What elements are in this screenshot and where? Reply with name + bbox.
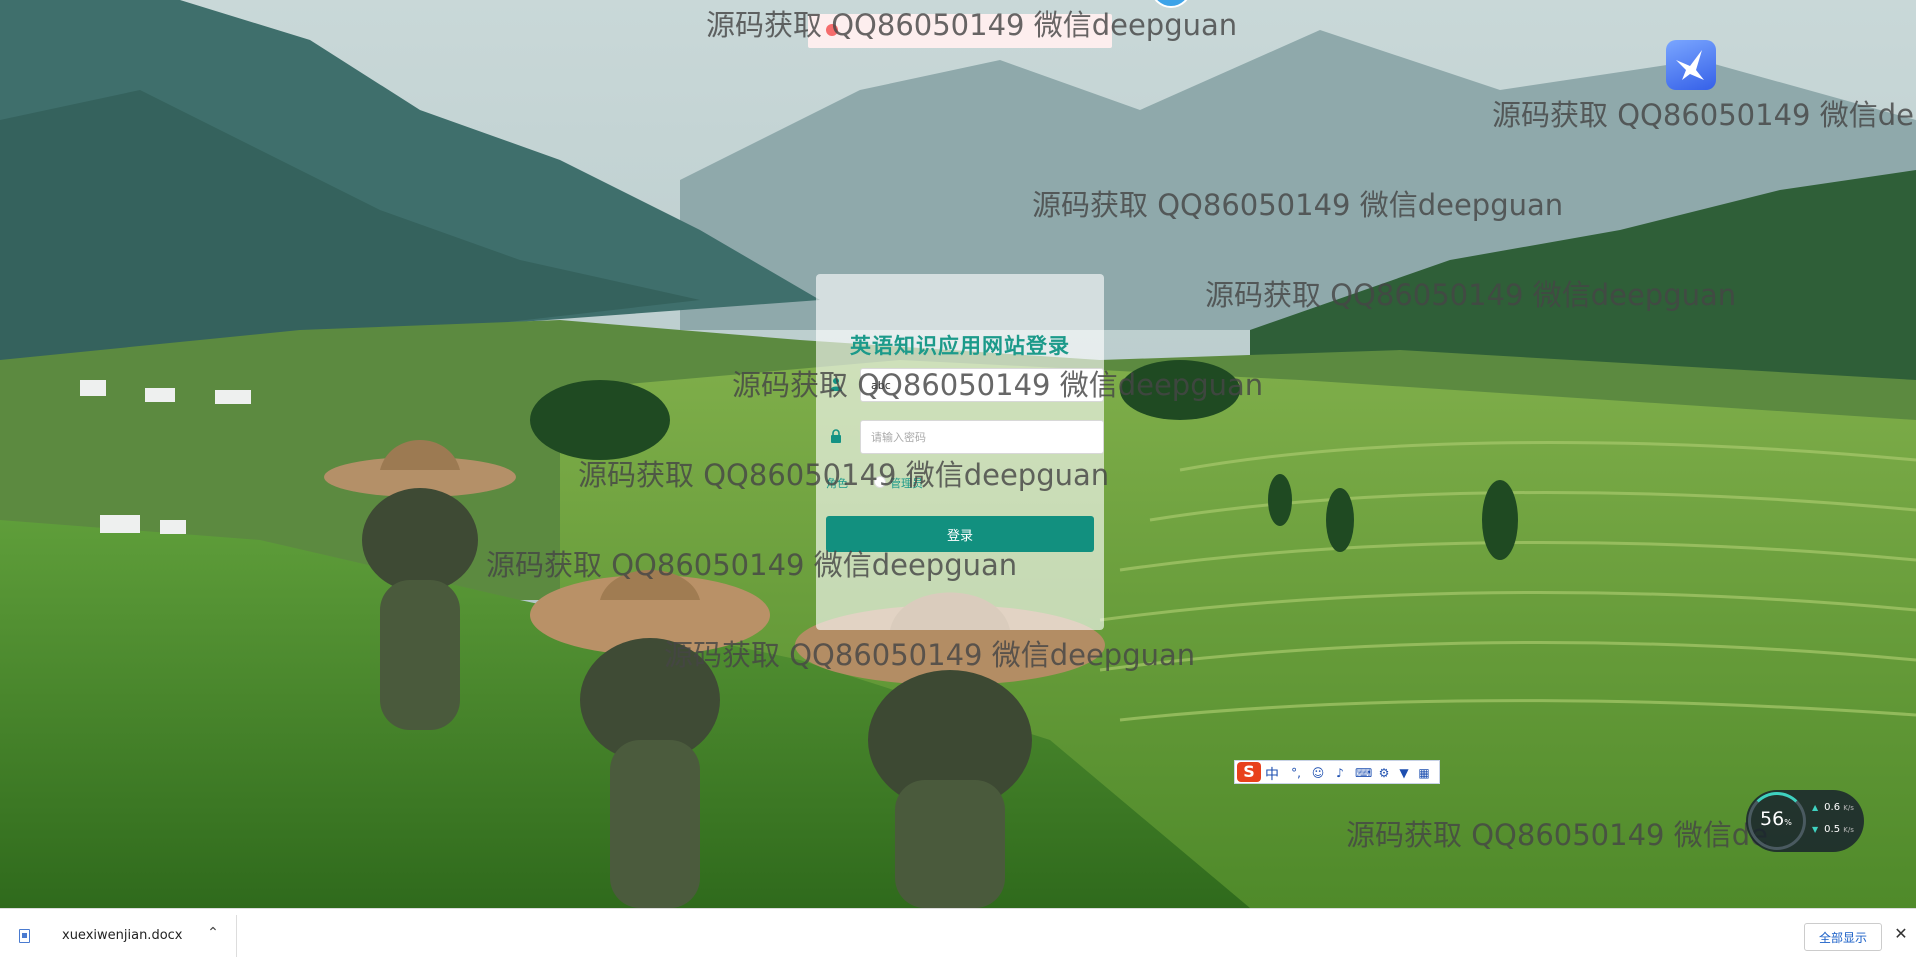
download-file-name[interactable]: xuexiwenjian.docx	[62, 928, 183, 943]
skin-icon[interactable]: ▼	[1397, 766, 1411, 780]
chevron-up-icon[interactable]: ⌃	[204, 925, 222, 941]
cpu-percent: 56%	[1760, 808, 1792, 830]
sogou-logo-icon[interactable]: S	[1237, 762, 1261, 782]
tools-icon[interactable]: ⚙	[1377, 766, 1391, 780]
user-icon	[830, 377, 844, 393]
microphone-icon[interactable]: ♪	[1333, 766, 1347, 780]
download-bar: xuexiwenjian.docx ⌃ 全部显示 ✕	[0, 908, 1916, 962]
role-radio-admin[interactable]	[874, 476, 886, 488]
keyboard-icon[interactable]: ⌨	[1355, 766, 1372, 780]
role-label: 角色	[826, 477, 848, 490]
download-speed: ▼ 0.5 K/s	[1812, 824, 1854, 835]
divider	[236, 915, 237, 957]
bird-widget[interactable]	[1666, 40, 1716, 90]
upload-speed: ▲ 0.6 K/s	[1812, 802, 1854, 813]
bird-icon	[1676, 50, 1704, 80]
ime-toolbar: S 中 °, ☺ ♪ ⌨ ⚙ ▼ ▦	[1234, 760, 1440, 784]
lock-icon	[830, 429, 844, 445]
show-all-button[interactable]: 全部显示	[1804, 923, 1882, 951]
ime-mode-toggle[interactable]: 中	[1265, 764, 1279, 784]
login-button[interactable]: 登录	[826, 516, 1094, 552]
password-row	[826, 420, 1104, 454]
error-icon	[826, 24, 838, 36]
emoji-icon[interactable]: ☺	[1311, 766, 1325, 780]
role-option-admin[interactable]: 管理员	[890, 475, 923, 491]
download-arrow-icon: ▼	[1812, 825, 1819, 834]
error-toast	[808, 14, 1112, 48]
page-title: 英语知识应用网站登录	[850, 334, 1070, 358]
punctuation-icon[interactable]: °,	[1289, 766, 1303, 780]
username-input[interactable]	[860, 368, 1104, 402]
password-input[interactable]	[860, 420, 1104, 454]
network-speed-widget[interactable]: 56% ▲ 0.6 K/s ▼ 0.5 K/s	[1746, 790, 1864, 852]
login-card: 英语知识应用网站登录 角色 管理员 登录	[816, 274, 1104, 630]
word-file-icon	[19, 929, 30, 943]
close-icon[interactable]: ✕	[1892, 924, 1910, 943]
username-row	[826, 368, 1104, 402]
grid-menu-icon[interactable]: ▦	[1417, 766, 1431, 780]
upload-arrow-icon: ▲	[1812, 803, 1819, 812]
